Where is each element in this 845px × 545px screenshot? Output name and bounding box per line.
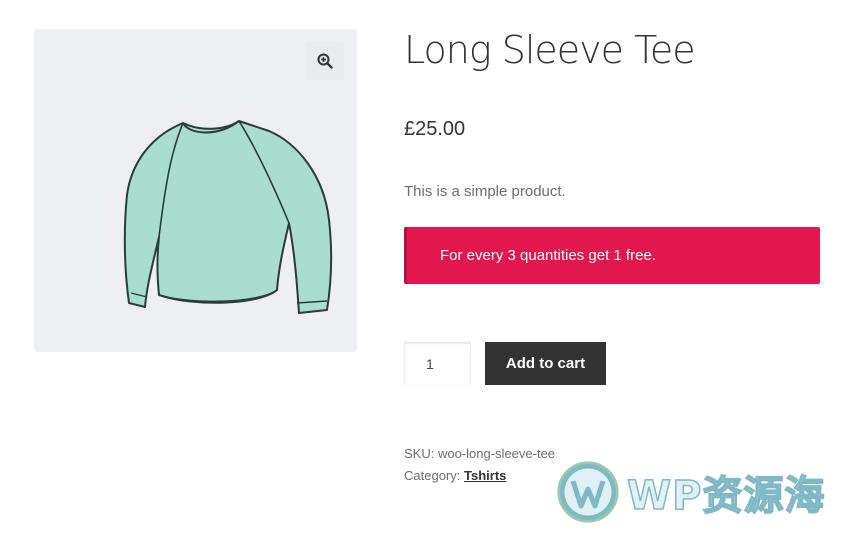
sku-label: SKU:	[404, 446, 435, 461]
category-label: Category:	[404, 468, 461, 483]
zoom-in-icon	[317, 53, 333, 69]
quantity-input[interactable]	[404, 342, 471, 385]
product-price: £25.00	[404, 118, 466, 140]
promo-notice: For every 3 quantities get 1 free.	[404, 227, 820, 284]
promo-notice-text: For every 3 quantities get 1 free.	[440, 247, 656, 264]
zoom-button[interactable]	[306, 42, 344, 80]
add-to-cart-button[interactable]: Add to cart	[485, 342, 606, 385]
product-description: This is a simple product.	[404, 183, 566, 200]
long-sleeve-shirt-icon	[123, 120, 333, 314]
wordpress-logo-icon	[557, 461, 619, 523]
category-line: Category: Tshirts	[404, 468, 506, 483]
watermark-text: WP资源海	[626, 472, 826, 520]
sku-line: SKU: woo-long-sleeve-tee	[404, 446, 555, 461]
watermark: WP资源海	[557, 461, 825, 523]
category-link[interactable]: Tshirts	[464, 468, 506, 483]
product-image-gallery[interactable]	[34, 29, 357, 352]
sku-value: woo-long-sleeve-tee	[437, 446, 556, 461]
product-title: Long Sleeve Tee	[404, 28, 696, 72]
